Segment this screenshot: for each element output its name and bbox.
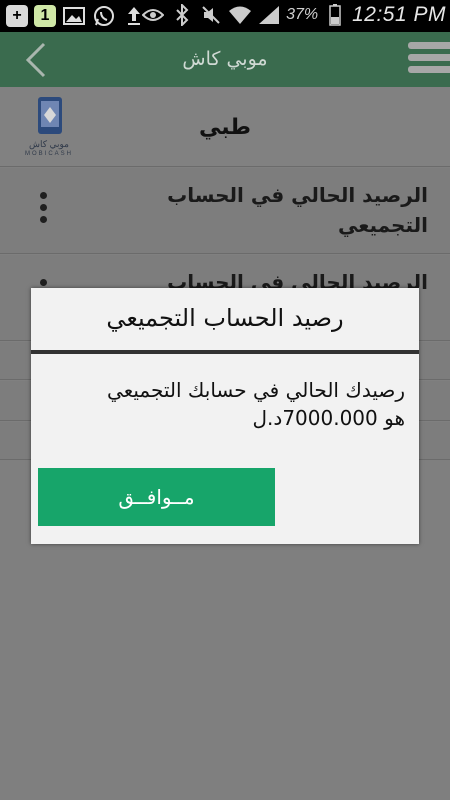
logo-mark-icon (38, 97, 62, 134)
notification-one-icon: 1 (34, 5, 56, 27)
menu-icon[interactable] (408, 42, 450, 78)
section-header: موبي كاش MOBICASH طبي (0, 87, 450, 167)
dialog-message: رصيدك الحالي في حسابك التجميعي هو 7000.0… (45, 376, 405, 432)
signal-icon (257, 3, 281, 27)
dialog-title: رصيد الحساب التجميعي (106, 304, 344, 332)
battery-percent: 37% (286, 6, 319, 23)
action-bar: موبي كاش (0, 32, 450, 87)
dialog-message-line2: هو 7000.000د.ل (252, 406, 405, 430)
clock: 12:51 PM (352, 3, 446, 26)
gallery-icon (62, 4, 86, 28)
status-bar: + 1 37% 12:51 PM (0, 0, 450, 32)
mute-icon (199, 3, 223, 27)
list-item[interactable]: الرصيد الحالي في الحساب التجميعي (0, 168, 450, 254)
list-item-label: الرصيد الحالي في الحساب التجميعي (167, 183, 428, 237)
eye-icon (141, 3, 165, 27)
battery-icon (323, 3, 347, 27)
app-title: موبي كاش (182, 48, 268, 70)
whatsapp-icon (92, 4, 116, 28)
logo-arabic-text: موبي كاش (29, 139, 69, 149)
mobicash-logo: موبي كاش MOBICASH (14, 97, 84, 159)
add-icon: + (6, 5, 28, 27)
ok-button[interactable]: مــوافــق (38, 468, 275, 526)
dialog-divider (31, 350, 419, 354)
bluetooth-icon (170, 3, 194, 27)
wifi-icon (228, 3, 252, 27)
dialog-message-line1: رصيدك الحالي في حسابك التجميعي (107, 378, 405, 402)
section-title: طبي (199, 115, 251, 140)
overflow-dots-icon[interactable] (40, 192, 48, 223)
logo-latin-text: MOBICASH (24, 151, 73, 157)
balance-dialog: رصيد الحساب التجميعي رصيدك الحالي في حسا… (31, 288, 419, 544)
